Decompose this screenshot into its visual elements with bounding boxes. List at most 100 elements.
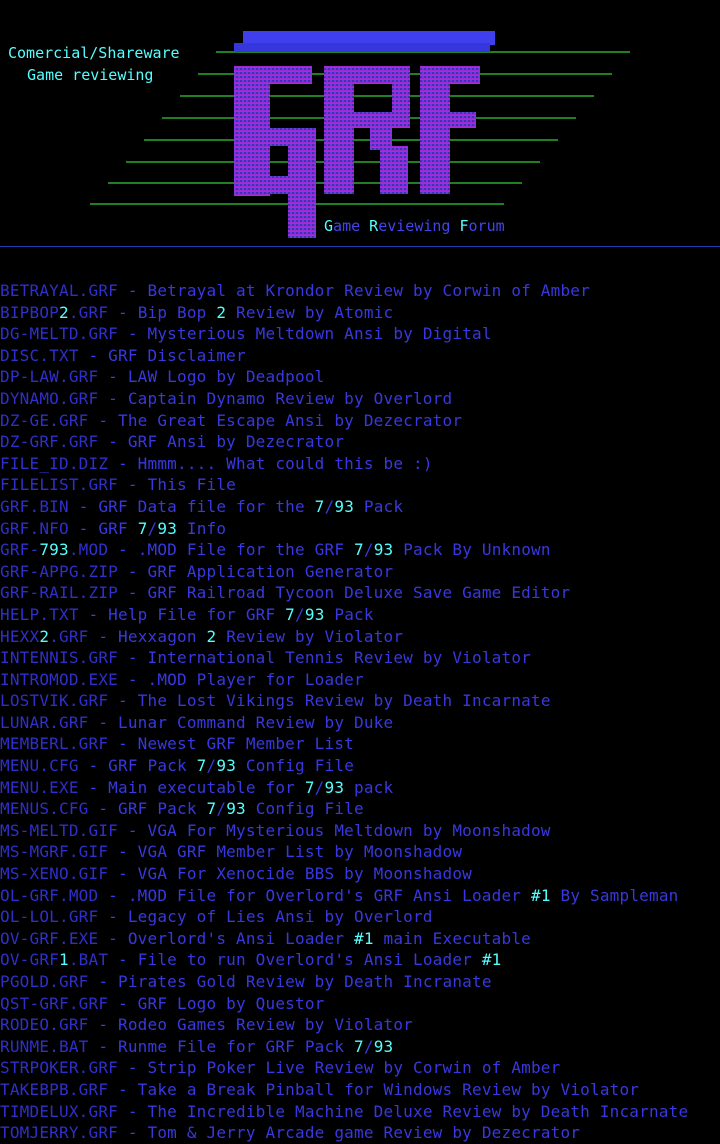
file-description: LAW Logo by Deadpool: [127, 367, 325, 387]
file-list-item: MS-XENO.GIF - VGA For Xenocide BBS by Mo…: [0, 864, 472, 884]
file-list-item: GRF.NFO - GRF 7/93 Info: [0, 518, 227, 538]
file-description: Mysterious Meltdown Ansi by Digital: [147, 324, 492, 344]
file-name: TOMJERRY.GRF: [0, 1123, 118, 1143]
separator-line: [0, 246, 720, 247]
file-list-item: FILELIST.GRF - This File: [0, 475, 236, 495]
file-list-item: RUNME.BAT - Runme File for GRF Pack 7/93: [0, 1036, 394, 1056]
file-list-item: DG-MELTD.GRF - Mysterious Meltdown Ansi …: [0, 324, 492, 344]
file-description: Strip Poker Live Review by Corwin of Amb…: [147, 1058, 561, 1078]
file-name: FILE_ID.DIZ: [0, 453, 109, 473]
file-name: TAKEBPB.GRF: [0, 1079, 109, 1099]
file-name: DZ-GRF.GRF: [0, 432, 99, 452]
file-list-item: STRPOKER.GRF - Strip Poker Live Review b…: [0, 1058, 561, 1078]
file-list-item: BETRAYAL.GRF - Betrayal at Krondor Revie…: [0, 281, 590, 300]
file-description: The Incredible Machine Deluxe Review by …: [147, 1101, 689, 1121]
file-description: International Tennis Review by Violator: [147, 648, 531, 668]
file-list-item: BIPBOP2.GRF - Bip Bop 2 Review by Atomic: [0, 302, 394, 322]
file-name: OL-GRF.MOD: [0, 885, 99, 905]
file-list-item: MEMBERL.GRF - Newest GRF Member List: [0, 734, 354, 754]
file-list-item: MENU.EXE - Main executable for 7/93 pack: [0, 777, 394, 797]
file-name: MEMBERL.GRF: [0, 734, 109, 754]
file-list-item: GRF-793.MOD - .MOD File for the GRF 7/93…: [0, 540, 551, 560]
file-list-item: OL-LOL.GRF - Legacy of Lies Ansi by Over…: [0, 907, 433, 927]
file-name: DYNAMO.GRF: [0, 388, 99, 408]
file-name: RUNME.BAT: [0, 1036, 89, 1056]
grf-logo: [90, 31, 630, 238]
file-description: Hexxagon 2 Review by Violator: [118, 626, 404, 646]
file-description: VGA For Xenocide BBS by Moonshadow: [137, 864, 472, 884]
file-name: MS-XENO.GIF: [0, 864, 109, 884]
file-description: Captain Dynamo Review by Overlord: [127, 388, 453, 408]
file-name: GRF-APPG.ZIP: [0, 561, 118, 581]
file-name: OV-GRF1.BAT: [0, 950, 109, 970]
file-list-item: DYNAMO.GRF - Captain Dynamo Review by Ov…: [0, 388, 453, 408]
file-description: GRF Pack 7/93 Config File: [108, 756, 355, 776]
file-name: LUNAR.GRF: [0, 712, 89, 732]
file-name: DISC.TXT: [0, 345, 79, 365]
file-list-item: OV-GRF1.BAT - File to run Overlord's Ans…: [0, 950, 502, 970]
file-name: GRF.NFO: [0, 518, 69, 538]
file-name: MS-MELTD.GIF: [0, 820, 118, 840]
file-description: Help File for GRF 7/93 Pack: [108, 604, 374, 624]
file-list-item: INTROMOD.EXE - .MOD Player for Loader: [0, 669, 364, 689]
file-list-item: TIMDELUX.GRF - The Incredible Machine De…: [0, 1101, 689, 1121]
file-name: TIMDELUX.GRF: [0, 1101, 118, 1121]
file-list-item: LUNAR.GRF - Lunar Command Review by Duke: [0, 712, 394, 732]
file-description: Rodeo Games Review by Violator: [118, 1015, 413, 1035]
file-name: INTENNIS.GRF: [0, 648, 118, 668]
file-description: VGA GRF Member List by Moonshadow: [137, 842, 463, 862]
header-line-2: Game reviewing: [18, 66, 154, 84]
file-description: .MOD File for the GRF 7/93 Pack By Unkno…: [137, 540, 551, 560]
file-name: DP-LAW.GRF: [0, 367, 99, 387]
file-name: QST-GRF.GRF: [0, 993, 109, 1013]
file-list-item: HELP.TXT - Help File for GRF 7/93 Pack: [0, 604, 374, 624]
file-name: OL-LOL.GRF: [0, 907, 99, 927]
file-name: BETRAYAL.GRF: [0, 281, 118, 300]
file-description: Tom & Jerry Arcade game Review by Dezecr…: [147, 1123, 581, 1143]
file-list-item: MENU.CFG - GRF Pack 7/93 Config File: [0, 756, 355, 776]
tagline-text: Game Reviewing Forum: [324, 217, 505, 235]
file-description: GRF Railroad Tycoon Deluxe Save Game Edi…: [147, 583, 571, 603]
file-list-item: INTENNIS.GRF - International Tennis Revi…: [0, 648, 531, 668]
file-description: VGA For Mysterious Meltdown by Moonshado…: [147, 820, 551, 840]
file-list-item: GRF-APPG.ZIP - GRF Application Generator: [0, 561, 394, 581]
file-name: HEXX2.GRF: [0, 626, 89, 646]
file-list-item: MS-MELTD.GIF - VGA For Mysterious Meltdo…: [0, 820, 551, 840]
file-name: RODEO.GRF: [0, 1015, 89, 1035]
file-list-item: MENUS.CFG - GRF Pack 7/93 Config File: [0, 799, 364, 819]
file-description: File to run Overlord's Ansi Loader #1: [137, 950, 502, 970]
file-name: HELP.TXT: [0, 604, 79, 624]
file-name: MENU.EXE: [0, 777, 79, 797]
file-description: Hmmm.... What could this be :): [137, 453, 433, 473]
file-list-item: TAKEBPB.GRF - Take a Break Pinball for W…: [0, 1079, 640, 1099]
file-name: OV-GRF.EXE: [0, 928, 99, 948]
file-description: Main executable for 7/93 pack: [108, 777, 394, 797]
file-description: Bip Bop 2 Review by Atomic: [137, 302, 394, 322]
file-description: GRF Pack 7/93 Config File: [118, 799, 364, 819]
file-description: GRF Application Generator: [147, 561, 394, 581]
file-list: BETRAYAL.GRF - Betrayal at Krondor Revie…: [0, 280, 720, 1144]
file-description: Betrayal at Krondor Review by Corwin of …: [147, 281, 590, 300]
file-description: Take a Break Pinball for Windows Review …: [137, 1079, 640, 1099]
file-description: GRF Logo by Questor: [137, 993, 325, 1013]
file-description: GRF Data file for the 7/93 Pack: [98, 496, 404, 516]
file-name: MENUS.CFG: [0, 799, 89, 819]
file-list-item: DP-LAW.GRF - LAW Logo by Deadpool: [0, 367, 325, 387]
file-name: INTROMOD.EXE: [0, 669, 118, 689]
file-list-item: LOSTVIK.GRF - The Lost Vikings Review by…: [0, 691, 551, 711]
file-list-item: PGOLD.GRF - Pirates Gold Review by Death…: [0, 972, 492, 991]
file-description: Pirates Gold Review by Death Incranate: [118, 972, 492, 991]
header-line-1: Comercial/Shareware: [8, 44, 180, 62]
file-list-item: MS-MGRF.GIF - VGA GRF Member List by Moo…: [0, 842, 463, 862]
file-description: .MOD Player for Loader: [147, 669, 364, 689]
file-name: PGOLD.GRF: [0, 972, 89, 991]
file-list-item: DZ-GE.GRF - The Great Escape Ansi by Dez…: [0, 410, 463, 430]
file-list-item: GRF.BIN - GRF Data file for the 7/93 Pac…: [0, 496, 404, 516]
file-description: Runme File for GRF Pack 7/93: [118, 1036, 394, 1056]
file-list-item: FILE_ID.DIZ - Hmmm.... What could this b…: [0, 453, 433, 473]
file-description: GRF Ansi by Dezecrator: [127, 432, 345, 452]
file-description: Legacy of Lies Ansi by Overlord: [127, 907, 433, 927]
file-list-item: OL-GRF.MOD - .MOD File for Overlord's GR…: [0, 885, 679, 905]
file-list-item: OV-GRF.EXE - Overlord's Ansi Loader #1 m…: [0, 928, 531, 948]
file-description: GRF 7/93 Info: [98, 518, 227, 538]
